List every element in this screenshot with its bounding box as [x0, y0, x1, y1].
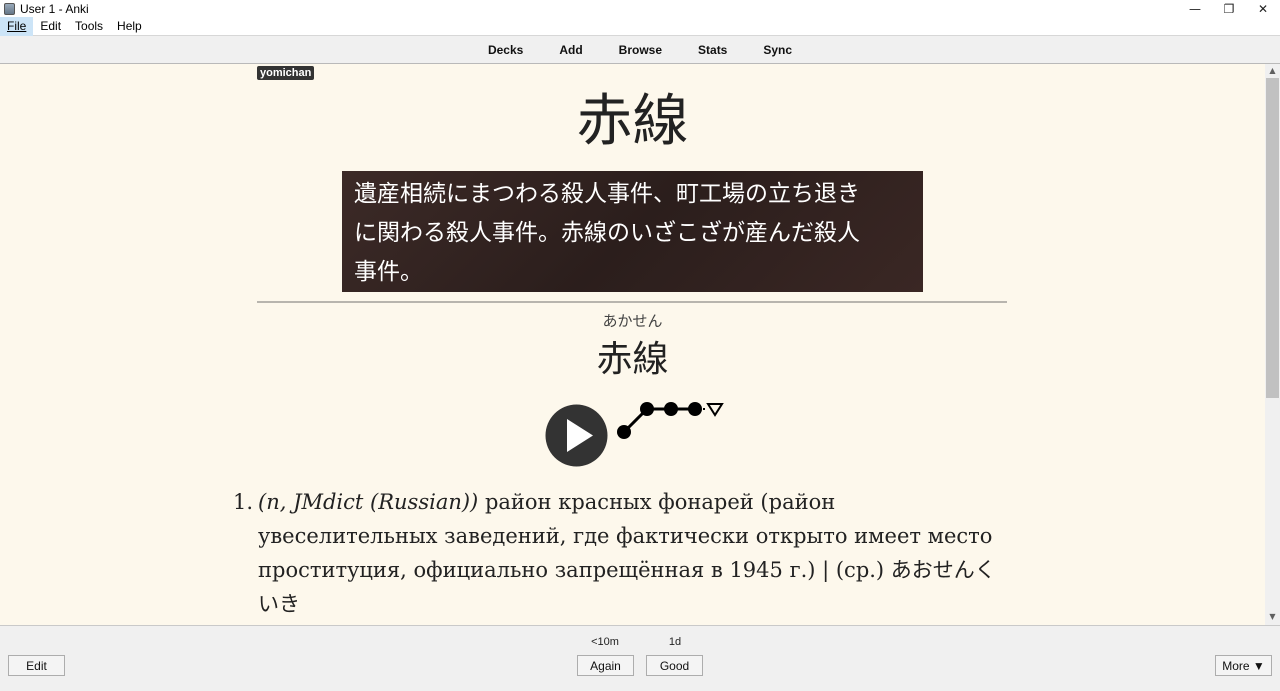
reading: あかせん [602, 312, 663, 330]
definition-body: (n, JMdict (Russian)) район красных фона… [258, 485, 1003, 621]
toolbar-sync[interactable]: Sync [763, 43, 792, 57]
edit-button[interactable]: Edit [8, 655, 65, 676]
good-interval: 1d [668, 636, 682, 648]
anki-app-icon [4, 2, 15, 15]
main-toolbar: Decks Add Browse Stats Sync [0, 37, 1280, 64]
answer-divider [257, 301, 1007, 303]
menu-tools[interactable]: Tools [68, 17, 110, 36]
play-audio-icon[interactable] [545, 404, 608, 467]
toolbar-decks[interactable]: Decks [488, 43, 523, 57]
close-button[interactable]: ✕ [1246, 0, 1280, 17]
definition: 1. (n, JMdict (Russian)) район красных ф… [233, 485, 1003, 621]
front-word: 赤線 [576, 89, 689, 154]
title-bar: User 1 - Anki — ❐ ✕ [0, 0, 1280, 17]
minimize-button[interactable]: — [1178, 0, 1212, 17]
more-button[interactable]: More ▼ [1215, 655, 1272, 676]
definition-tag: (n, JMdict (Russian)) [258, 490, 479, 514]
scroll-down-icon[interactable]: ▼ [1265, 610, 1280, 624]
toolbar-add[interactable]: Add [559, 43, 582, 57]
menu-help[interactable]: Help [110, 17, 149, 36]
good-button[interactable]: Good [646, 655, 703, 676]
window-controls: — ❐ ✕ [1178, 0, 1280, 17]
toolbar-browse[interactable]: Browse [619, 43, 662, 57]
note-tag: yomichan [257, 66, 315, 80]
sentence-line: に関わる殺人事件。赤線のいざこざが産んだ殺人 [354, 220, 860, 246]
again-interval: <10m [591, 636, 619, 648]
scrollbar-thumb[interactable] [1266, 78, 1279, 398]
card-view: yomichan 赤線 遺産相続にまつわる殺人事件、町工場の立ち退き に関わる殺… [0, 64, 1265, 625]
sentence-line: 事件。 [354, 259, 423, 285]
again-button[interactable]: Again [577, 655, 634, 676]
scroll-up-icon[interactable]: ▲ [1265, 64, 1280, 78]
restore-button[interactable]: ❐ [1212, 0, 1246, 17]
menu-file[interactable]: File [0, 16, 34, 36]
example-sentence: 遺産相続にまつわる殺人事件、町工場の立ち退き に関わる殺人事件。赤線のいざこざが… [342, 171, 923, 292]
sentence-line: 遺産相続にまつわる殺人事件、町工場の立ち退き [354, 181, 860, 207]
back-word: 赤線 [596, 339, 669, 380]
menu-edit[interactable]: Edit [33, 17, 68, 36]
pitch-accent-graph-icon [617, 402, 724, 439]
window-title: User 1 - Anki [20, 1, 89, 16]
definition-number: 1. [233, 490, 254, 514]
toolbar-stats[interactable]: Stats [698, 43, 727, 57]
menu-bar: File Edit Tools Help [0, 16, 1280, 36]
review-bottom-bar: Edit <10m 1d Again Good More ▼ [0, 625, 1280, 691]
